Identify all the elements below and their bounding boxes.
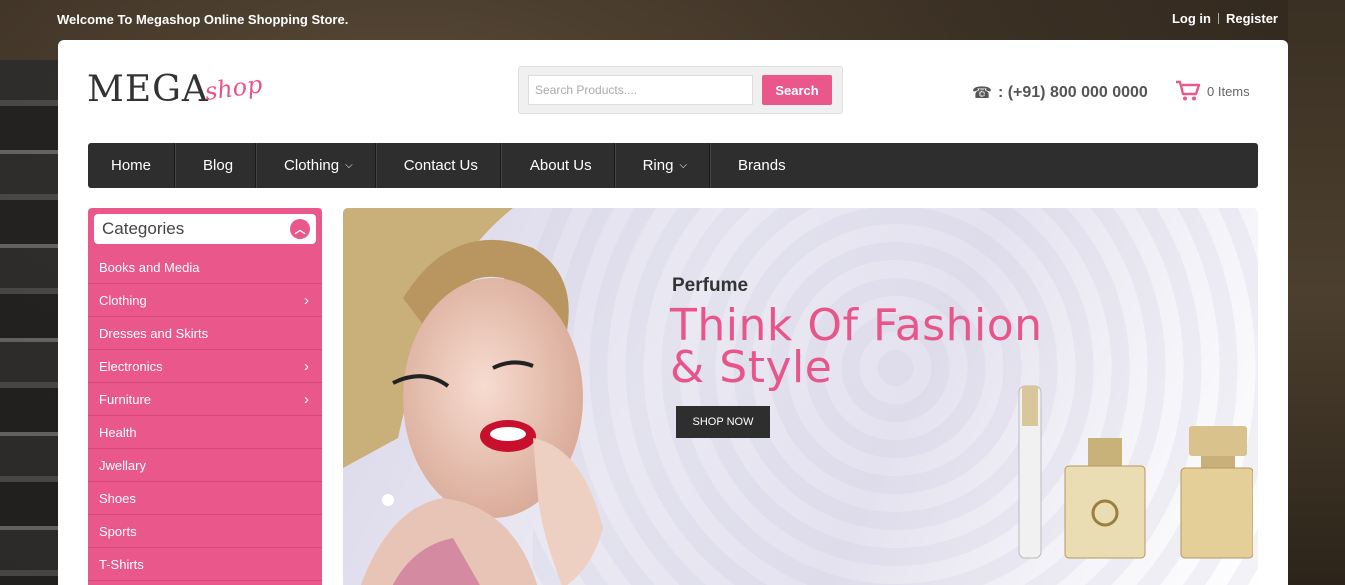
category-label: Electronics — [99, 358, 163, 374]
account-links: Log in Register — [1172, 11, 1278, 26]
categories-title: Categories — [102, 219, 185, 238]
nav-label: Home — [111, 157, 152, 174]
banner-subtitle: Perfume — [672, 275, 749, 296]
category-label: Shoes — [99, 490, 136, 506]
category-item-books-and-media[interactable]: Books and Media — [88, 251, 322, 284]
cart-icon — [1176, 80, 1201, 101]
chevron-down-icon: ⌵ — [345, 160, 353, 171]
phone-number: : (+91) 800 000 0000 — [997, 84, 1148, 101]
category-label: Sports — [99, 523, 137, 539]
search-input[interactable] — [528, 75, 753, 105]
nav-label: Contact Us — [403, 157, 478, 174]
login-link[interactable]: Log in — [1172, 11, 1211, 26]
chevron-right-icon: › — [304, 357, 309, 375]
contact-phone: ☎ : (+91) 800 000 0000 — [972, 83, 1148, 103]
phone-icon: ☎ — [972, 85, 992, 102]
category-list: Books and Media Clothing › Dresses and Sk… — [88, 251, 322, 581]
main-container: MEGA shop Search ☎ : (+91) 800 000 0000 … — [58, 40, 1288, 585]
nav-blog[interactable]: Blog — [175, 143, 257, 188]
category-label: T-Shirts — [99, 556, 144, 572]
nav-about-us[interactable]: About Us — [501, 143, 615, 188]
search-button[interactable]: Search — [762, 75, 832, 105]
category-item-furniture[interactable]: Furniture › — [88, 383, 322, 416]
category-label: Clothing — [99, 292, 147, 308]
shop-now-button[interactable]: SHOP NOW — [676, 406, 770, 438]
category-label: Furniture — [99, 391, 152, 407]
nav-label: About Us — [529, 157, 592, 174]
nav-brands[interactable]: Brands — [710, 143, 814, 188]
category-item-t-shirts[interactable]: T-Shirts — [88, 548, 322, 581]
category-item-jwellary[interactable]: Jwellary — [88, 449, 322, 482]
cart-count: 0 Items — [1207, 83, 1250, 99]
headline-line-1: Think Of Fashion — [670, 300, 1043, 351]
categories-sidebar: Categories ︿ Books and Media Clothing › D… — [88, 208, 322, 585]
welcome-message: Welcome To Megashop Online Shopping Stor… — [57, 12, 349, 27]
logo-accent-text: shop — [203, 70, 264, 106]
category-label: Jwellary — [99, 457, 146, 473]
background-decoration-right — [1288, 0, 1345, 585]
link-divider — [1217, 13, 1219, 24]
chevron-up-icon[interactable]: ︿ — [290, 219, 310, 239]
category-item-clothing[interactable]: Clothing › — [88, 284, 322, 317]
search-box: Search — [518, 66, 843, 114]
nav-clothing[interactable]: Clothing ⌵ — [256, 143, 376, 188]
banner-headline: Think Of Fashion & Style — [670, 300, 1043, 393]
model-photo — [343, 208, 603, 585]
nav-home[interactable]: Home — [88, 143, 176, 188]
nav-label: Brands — [738, 157, 786, 174]
category-item-sports[interactable]: Sports — [88, 515, 322, 548]
category-item-electronics[interactable]: Electronics › — [88, 350, 322, 383]
site-logo[interactable]: MEGA shop — [87, 70, 265, 110]
top-bar: Welcome To Megashop Online Shopping Stor… — [0, 0, 1345, 40]
category-label: Health — [99, 424, 137, 440]
category-item-shoes[interactable]: Shoes — [88, 482, 322, 515]
chevron-right-icon: › — [304, 291, 309, 309]
categories-header[interactable]: Categories ︿ — [94, 214, 316, 244]
chevron-right-icon: › — [304, 390, 309, 408]
perfume-bottles-image — [1018, 385, 1253, 559]
background-decoration-left — [0, 60, 58, 585]
category-label: Dresses and Skirts — [99, 325, 209, 341]
hero-banner[interactable]: Perfume Think Of Fashion & Style SHOP NO… — [343, 208, 1258, 585]
category-item-dresses-and-skirts[interactable]: Dresses and Skirts — [88, 317, 322, 350]
main-nav: Home Blog Clothing ⌵ Contact Us About Us… — [88, 143, 1258, 188]
logo-main-text: MEGA — [87, 69, 209, 110]
category-label: Books and Media — [99, 259, 200, 275]
cart-summary[interactable]: 0 Items — [1175, 80, 1250, 102]
nav-ring[interactable]: Ring ⌵ — [615, 143, 711, 188]
nav-label: Blog — [203, 157, 234, 174]
chevron-down-icon: ⌵ — [679, 160, 688, 171]
register-link[interactable]: Register — [1226, 11, 1278, 26]
nav-label: Clothing — [284, 157, 340, 174]
nav-contact-us[interactable]: Contact Us — [376, 143, 501, 188]
headline-line-2: & Style — [670, 342, 833, 393]
nav-label: Ring — [642, 157, 674, 174]
category-item-health[interactable]: Health — [88, 416, 322, 449]
